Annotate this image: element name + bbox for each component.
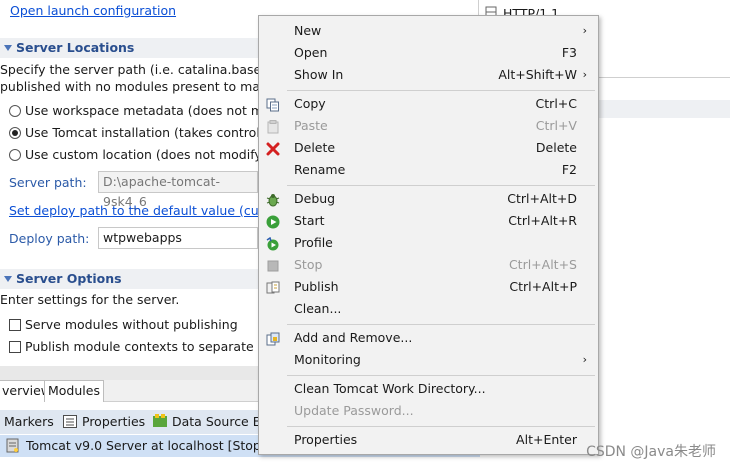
- serve-modules-label: Serve modules without publishing: [25, 317, 238, 332]
- menu-item-label: Copy: [294, 96, 326, 111]
- menu-item-debug[interactable]: Debug Ctrl+Alt+D: [260, 188, 597, 210]
- menu-item-shortcut: Ctrl+C: [535, 96, 577, 111]
- deploy-path-input[interactable]: wtpwebapps: [98, 227, 258, 249]
- radio-custom-location[interactable]: [9, 149, 21, 161]
- tab-modules[interactable]: Modules: [44, 380, 104, 402]
- radio-workspace-metadata-label: Use workspace metadata (does not mo: [25, 103, 271, 118]
- menu-item-clean[interactable]: Clean...: [260, 298, 597, 320]
- data-source-tab[interactable]: Data Source Ex: [172, 414, 268, 429]
- server-path-label: Server path:: [9, 175, 87, 190]
- set-deploy-path-link[interactable]: Set deploy path to the default value (cu…: [9, 203, 284, 218]
- menu-item-label: Clean Tomcat Work Directory...: [294, 381, 486, 396]
- markers-tab[interactable]: Markers: [4, 414, 54, 429]
- debug-icon: [266, 192, 280, 207]
- deploy-path-label: Deploy path:: [9, 231, 90, 246]
- properties-tab[interactable]: Properties: [82, 414, 145, 429]
- menu-item-shortcut: Delete: [535, 140, 577, 155]
- menu-item-shortcut: Ctrl+Alt+D: [507, 191, 577, 206]
- menu-item-open[interactable]: Open F3: [260, 42, 597, 64]
- menu-separator: [287, 324, 595, 325]
- server-path-input[interactable]: D:\apache-tomcat-9sk4_6: [98, 171, 258, 209]
- menu-item-shortcut: Ctrl+V: [535, 118, 577, 133]
- data-source-icon: [152, 413, 168, 432]
- right-pane-header-band: [598, 100, 730, 118]
- menu-item-delete[interactable]: Delete Delete: [260, 137, 597, 159]
- menu-item-label: Show In: [294, 67, 344, 82]
- add-remove-icon: [266, 331, 280, 346]
- menu-item-shortcut: F3: [561, 45, 577, 60]
- menu-item-clean-tomcat-work-directory[interactable]: Clean Tomcat Work Directory...: [260, 378, 597, 400]
- menu-item-label: Stop: [294, 257, 323, 272]
- menu-separator: [287, 185, 595, 186]
- menu-item-label: Debug: [294, 191, 336, 206]
- menu-item-shortcut: F2: [561, 162, 577, 177]
- menu-item-shortcut: Alt+Enter: [516, 432, 577, 447]
- paste-icon: [266, 119, 280, 134]
- menu-item-label: Rename: [294, 162, 346, 177]
- server-options-desc: Enter settings for the server.: [0, 292, 180, 307]
- properties-view-icon: [63, 415, 77, 431]
- menu-separator: [287, 90, 595, 91]
- radio-workspace-metadata[interactable]: [9, 105, 21, 117]
- menu-item-label: Publish: [294, 279, 339, 294]
- start-icon: [266, 214, 280, 229]
- menu-item-label: Add and Remove...: [294, 330, 413, 345]
- radio-tomcat-installation[interactable]: [9, 127, 21, 139]
- server-locations-desc-2: published with no modules present to mak…: [0, 79, 275, 94]
- menu-item-paste[interactable]: Paste Ctrl+V: [260, 115, 597, 137]
- server-locations-title: Server Locations: [16, 40, 135, 55]
- menu-item-shortcut: Ctrl+Alt+P: [509, 279, 577, 294]
- menu-item-shortcut: Ctrl+Alt+S: [508, 257, 577, 272]
- menu-item-update-password[interactable]: Update Password...: [260, 400, 597, 422]
- menu-item-label: Delete: [294, 140, 336, 155]
- menu-item-show-in[interactable]: Show In Alt+Shift+W ›: [260, 64, 597, 86]
- publish-icon: [266, 280, 280, 294]
- menu-item-monitoring[interactable]: Monitoring ›: [260, 349, 597, 371]
- stop-icon: [266, 258, 280, 272]
- menu-item-add-and-remove[interactable]: Add and Remove...: [260, 327, 597, 349]
- tomcat-server-label: Tomcat v9.0 Server at localhost [Stoppe: [26, 438, 277, 453]
- menu-item-label: Start: [294, 213, 325, 228]
- publish-contexts-checkbox[interactable]: [9, 341, 21, 353]
- server-options-title: Server Options: [16, 271, 122, 286]
- menu-item-copy[interactable]: Copy Ctrl+C: [260, 93, 597, 115]
- open-launch-configuration-link[interactable]: Open launch configuration: [10, 3, 176, 18]
- menu-item-stop[interactable]: Stop Ctrl+Alt+S: [260, 254, 597, 276]
- menu-item-shortcut: Ctrl+Alt+R: [508, 213, 577, 228]
- submenu-arrow-icon: ›: [582, 68, 587, 81]
- menu-separator: [287, 375, 595, 376]
- menu-item-label: Open: [294, 45, 328, 60]
- copy-icon: [266, 97, 280, 112]
- tomcat-server-icon: [6, 438, 20, 457]
- menu-item-label: Paste: [294, 118, 328, 133]
- menu-item-label: Properties: [294, 432, 358, 447]
- server-locations-desc-1: Specify the server path (i.e. catalina.b…: [0, 62, 286, 77]
- radio-custom-location-label: Use custom location (does not modify T: [25, 147, 274, 162]
- serve-modules-checkbox[interactable]: [9, 319, 21, 331]
- profile-icon: [266, 236, 280, 251]
- submenu-arrow-icon: ›: [582, 353, 587, 366]
- delete-icon: [266, 141, 280, 156]
- menu-item-label: Update Password...: [294, 403, 414, 418]
- menu-item-publish[interactable]: Publish Ctrl+Alt+P: [260, 276, 597, 298]
- menu-item-properties[interactable]: Properties Alt+Enter: [260, 429, 597, 451]
- publish-contexts-label: Publish module contexts to separate XM: [25, 339, 277, 354]
- watermark: CSDN @Java朱老师: [586, 444, 716, 460]
- menu-item-label: Profile: [294, 235, 333, 250]
- menu-item-label: Clean...: [294, 301, 342, 316]
- menu-item-label: New: [294, 23, 322, 38]
- menu-item-label: Monitoring: [294, 352, 361, 367]
- context-menu: New › Open F3 Show In Alt+Shift+W › Copy…: [258, 15, 599, 455]
- submenu-arrow-icon: ›: [582, 24, 587, 37]
- menu-item-shortcut: Alt+Shift+W: [498, 67, 577, 82]
- radio-tomcat-installation-label: Use Tomcat installation (takes control o…: [25, 125, 276, 140]
- twisty-down-icon: [4, 276, 12, 282]
- menu-item-new[interactable]: New ›: [260, 20, 597, 42]
- menu-item-rename[interactable]: Rename F2: [260, 159, 597, 181]
- menu-separator: [287, 426, 595, 427]
- menu-item-start[interactable]: Start Ctrl+Alt+R: [260, 210, 597, 232]
- menu-item-profile[interactable]: Profile: [260, 232, 597, 254]
- twisty-down-icon: [4, 45, 12, 51]
